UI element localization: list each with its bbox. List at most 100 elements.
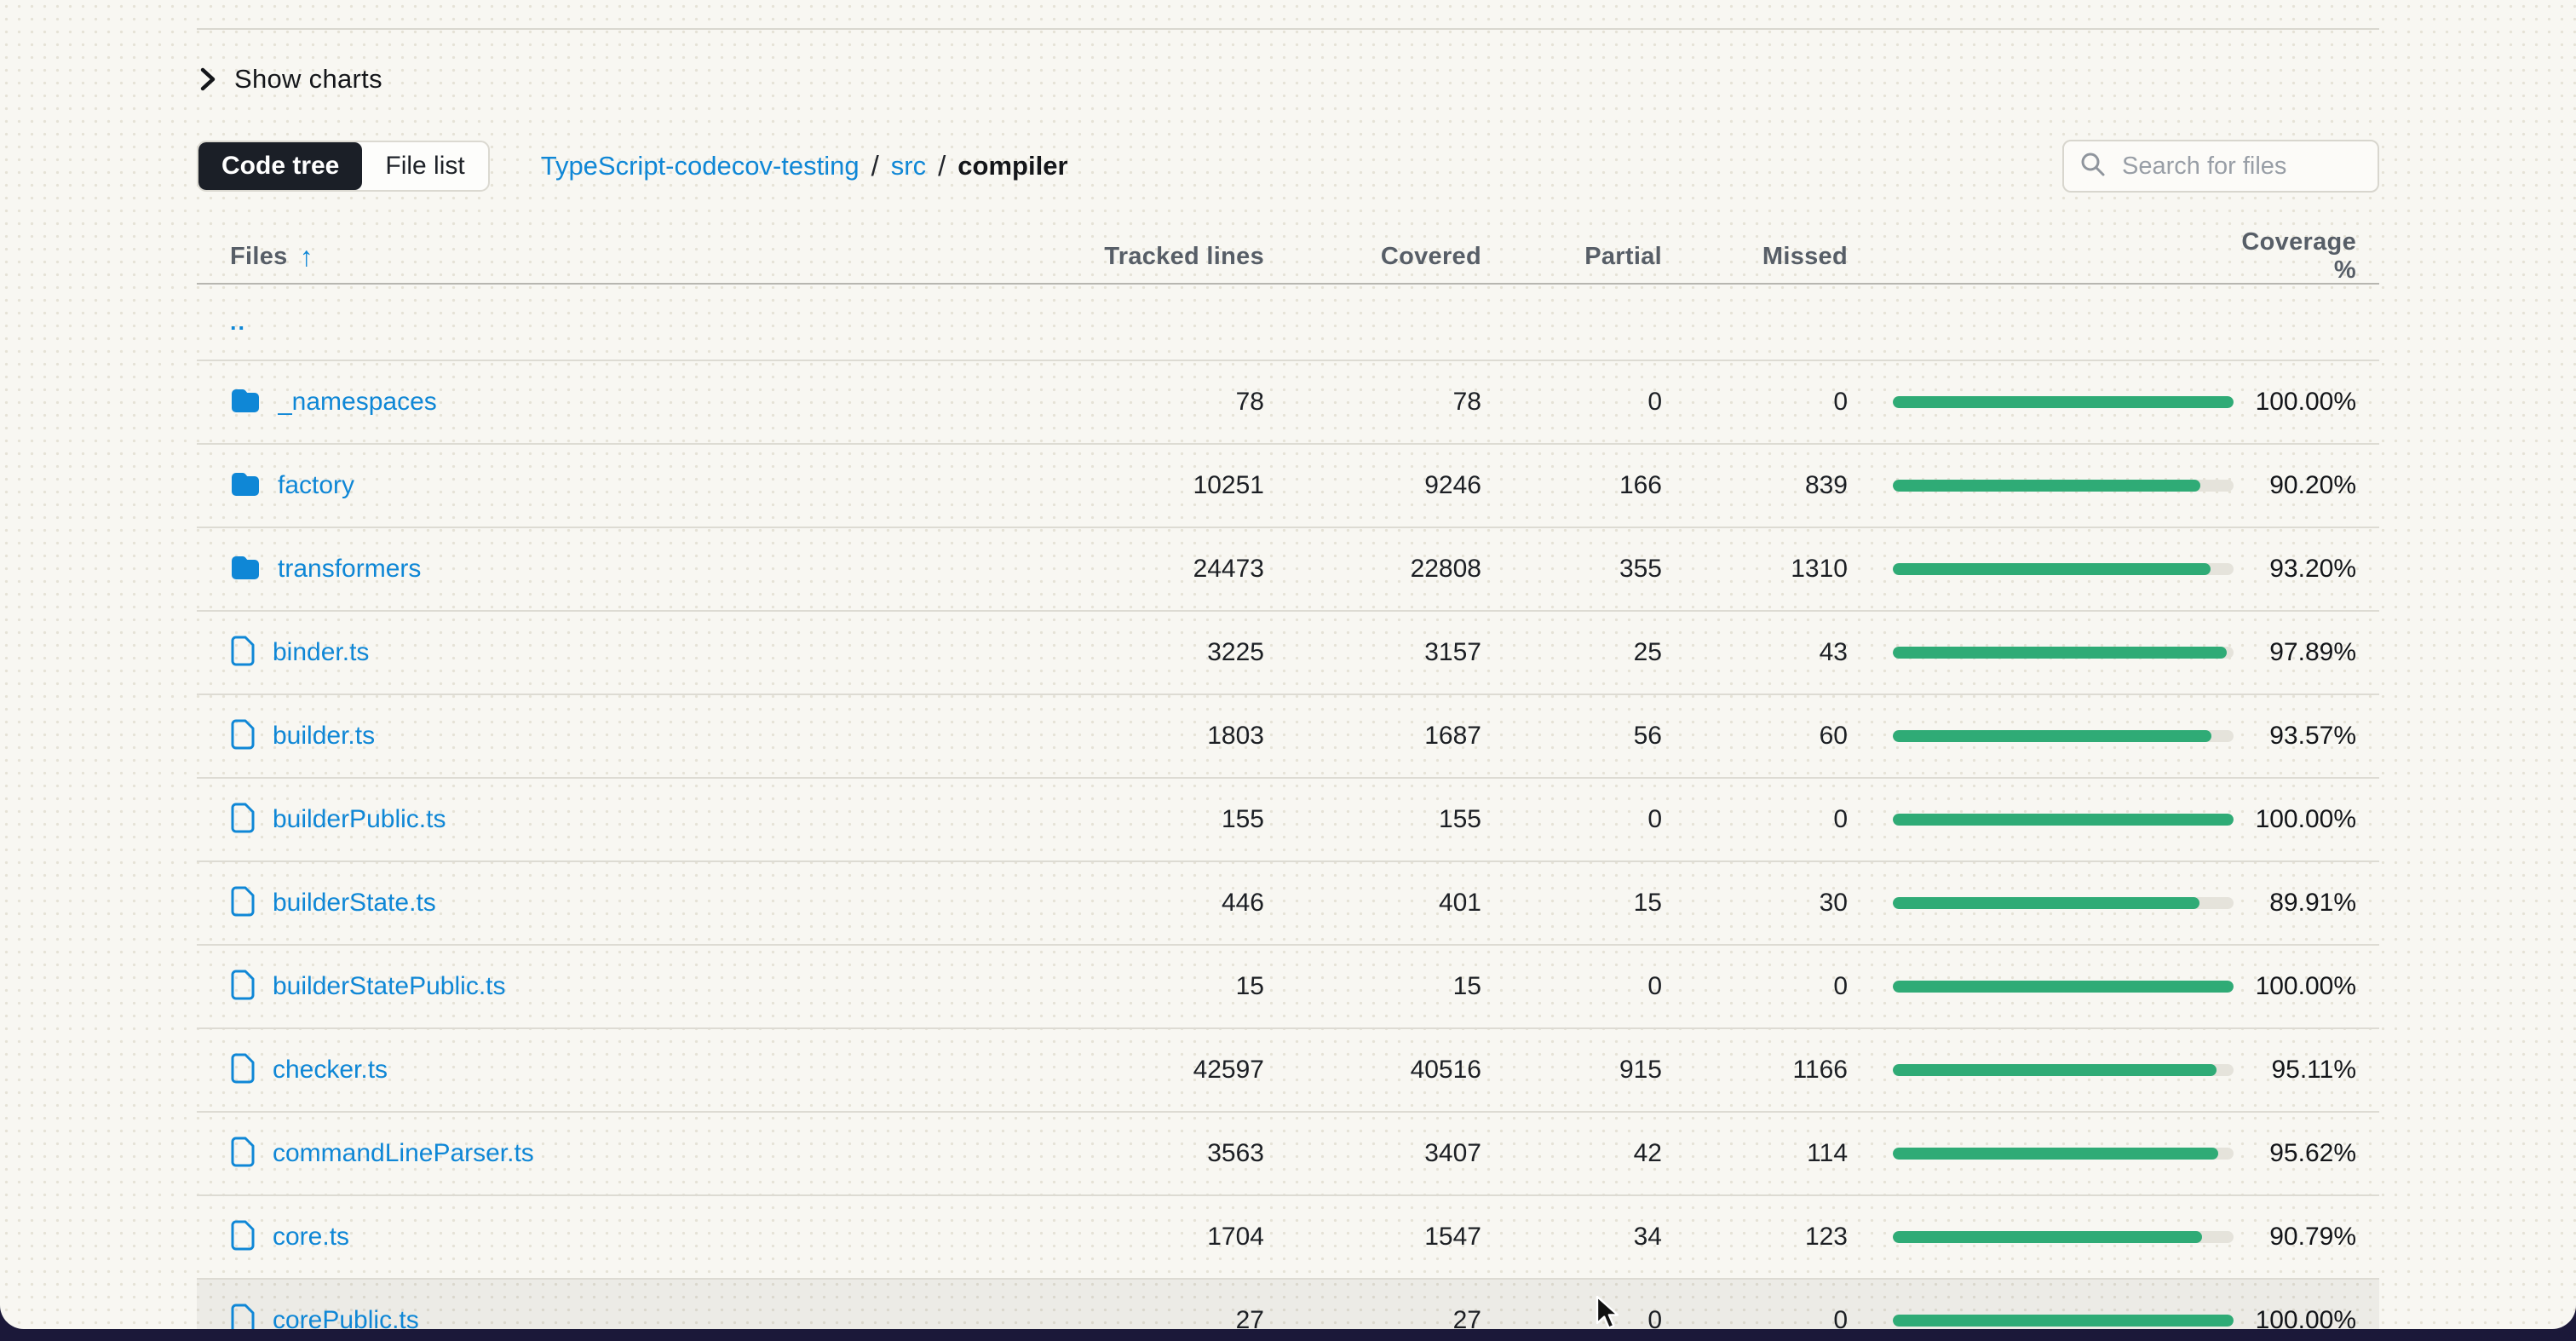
coverage-bar-fill [1893,480,2200,492]
coverage-bar-fill [1893,1315,2234,1327]
coverage-bar-fill [1893,1148,2218,1160]
file-name-cell: binder.ts [230,635,1026,671]
breadcrumb-repo-link[interactable]: TypeScript-codecov-testing [541,151,860,181]
column-header-coverage[interactable]: Coverage % [2235,228,2356,285]
column-header-partial[interactable]: Partial [1481,243,1662,271]
file-icon [230,718,256,755]
table-row[interactable]: builderPublic.ts 155 155 0 0 100.00% [197,779,2379,862]
chevron-right-icon [197,65,219,94]
coverage-bar-track [1893,647,2234,659]
partial-value: 0 [1481,805,1662,834]
table-row[interactable]: corePublic.ts 27 27 0 0 100.00% [197,1280,2379,1329]
sort-ascending-icon: ↑ [300,241,313,273]
file-link[interactable]: _namespaces [278,388,437,417]
missed-value: 839 [1662,471,1848,500]
coverage-bar-cell [1848,814,2235,826]
app-panel: Show charts Code tree File list TypeScri… [0,0,2576,1329]
file-icon [230,969,256,1005]
tracked-lines-value: 27 [1026,1306,1264,1329]
covered-value: 3407 [1264,1139,1481,1168]
table-row[interactable]: builder.ts 1803 1687 56 60 93.57% [197,695,2379,779]
coverage-bar-cell [1848,981,2235,993]
coverage-bar-fill [1893,1231,2202,1243]
table-row[interactable]: transformers 24473 22808 355 1310 93.20% [197,528,2379,612]
table-row[interactable]: binder.ts 3225 3157 25 43 97.89% [197,612,2379,695]
covered-value: 401 [1264,889,1481,918]
file-link[interactable]: builderState.ts [273,889,436,918]
toggle-code-tree[interactable]: Code tree [198,142,362,190]
covered-value: 40516 [1264,1056,1481,1085]
tracked-lines-value: 15 [1026,972,1264,1001]
covered-value: 78 [1264,388,1481,417]
file-link[interactable]: factory [278,471,354,500]
file-link[interactable]: checker.ts [273,1056,388,1085]
tracked-lines-value: 3225 [1026,638,1264,667]
table-row[interactable]: builderStatePublic.ts 15 15 0 0 100.00% [197,946,2379,1029]
show-charts-toggle[interactable]: Show charts [197,60,520,99]
file-link[interactable]: commandLineParser.ts [273,1139,534,1168]
missed-value: 1166 [1662,1056,1848,1085]
coverage-bar-cell [1848,897,2235,909]
missed-value: 60 [1662,722,1848,751]
table-row[interactable]: _namespaces 78 78 0 0 100.00% [197,361,2379,445]
tracked-lines-value: 78 [1026,388,1264,417]
file-link[interactable]: builderStatePublic.ts [273,972,506,1001]
coverage-bar-cell [1848,1148,2235,1160]
coverage-bar-cell [1848,1064,2235,1076]
missed-value: 1310 [1662,555,1848,584]
file-name-cell: builder.ts [230,718,1026,755]
coverage-percent: 100.00% [2235,1306,2356,1329]
table-row[interactable]: builderState.ts 446 401 15 30 89.91% [197,862,2379,946]
partial-value: 0 [1481,972,1662,1001]
column-header-covered[interactable]: Covered [1264,243,1481,271]
partial-value: 25 [1481,638,1662,667]
table-row[interactable]: commandLineParser.ts 3563 3407 42 114 95… [197,1113,2379,1196]
coverage-bar-track [1893,814,2234,826]
coverage-bar-cell [1848,396,2235,408]
table-row[interactable]: checker.ts 42597 40516 915 1166 95.11% [197,1029,2379,1113]
missed-value: 114 [1662,1139,1848,1168]
covered-value: 27 [1264,1306,1481,1329]
coverage-bar-track [1893,396,2234,408]
file-link[interactable]: builder.ts [273,722,375,751]
file-name-cell: builderPublic.ts [230,802,1026,838]
file-link[interactable]: binder.ts [273,638,369,667]
breadcrumb-separator: / [871,150,879,182]
file-link[interactable]: transformers [278,555,421,584]
view-toggle: Code tree File list [197,141,490,192]
search-icon [2079,151,2107,182]
breadcrumb-src-link[interactable]: src [891,151,926,181]
folder-icon [230,387,261,418]
column-header-tracked-lines[interactable]: Tracked lines [1026,243,1264,271]
file-link[interactable]: core.ts [273,1223,349,1252]
file-icon [230,802,256,838]
toggle-file-list[interactable]: File list [362,142,487,190]
parent-directory-row[interactable]: .. [197,285,2379,361]
missed-value: 0 [1662,388,1848,417]
file-link[interactable]: corePublic.ts [273,1306,419,1329]
column-header-files[interactable]: Files ↑ [230,241,1026,273]
file-search[interactable] [2062,140,2379,193]
coverage-bar-fill [1893,730,2211,742]
tracked-lines-value: 3563 [1026,1139,1264,1168]
tracked-lines-value: 1803 [1026,722,1264,751]
table-row[interactable]: core.ts 1704 1547 34 123 90.79% [197,1196,2379,1280]
file-name-cell: _namespaces [230,387,1026,418]
partial-value: 42 [1481,1139,1662,1168]
file-icon [230,1136,256,1172]
search-input[interactable] [2120,152,2362,181]
coverage-percent: 93.20% [2235,555,2356,584]
table-row[interactable]: factory 10251 9246 166 839 90.20% [197,445,2379,528]
coverage-percent: 93.57% [2235,722,2356,751]
partial-value: 166 [1481,471,1662,500]
column-header-missed[interactable]: Missed [1662,243,1848,271]
file-link[interactable]: builderPublic.ts [273,805,446,834]
file-icon [230,1303,256,1330]
coverage-bar-track [1893,897,2234,909]
coverage-bar-fill [1893,981,2234,993]
screen: { "colors": { "link_blue": "#0f87d6", "b… [0,0,2576,1341]
partial-value: 34 [1481,1223,1662,1252]
parent-directory-link[interactable]: .. [230,309,246,336]
partial-value: 15 [1481,889,1662,918]
table-header: Files ↑ Tracked lines Covered Partial Mi… [197,228,2379,283]
